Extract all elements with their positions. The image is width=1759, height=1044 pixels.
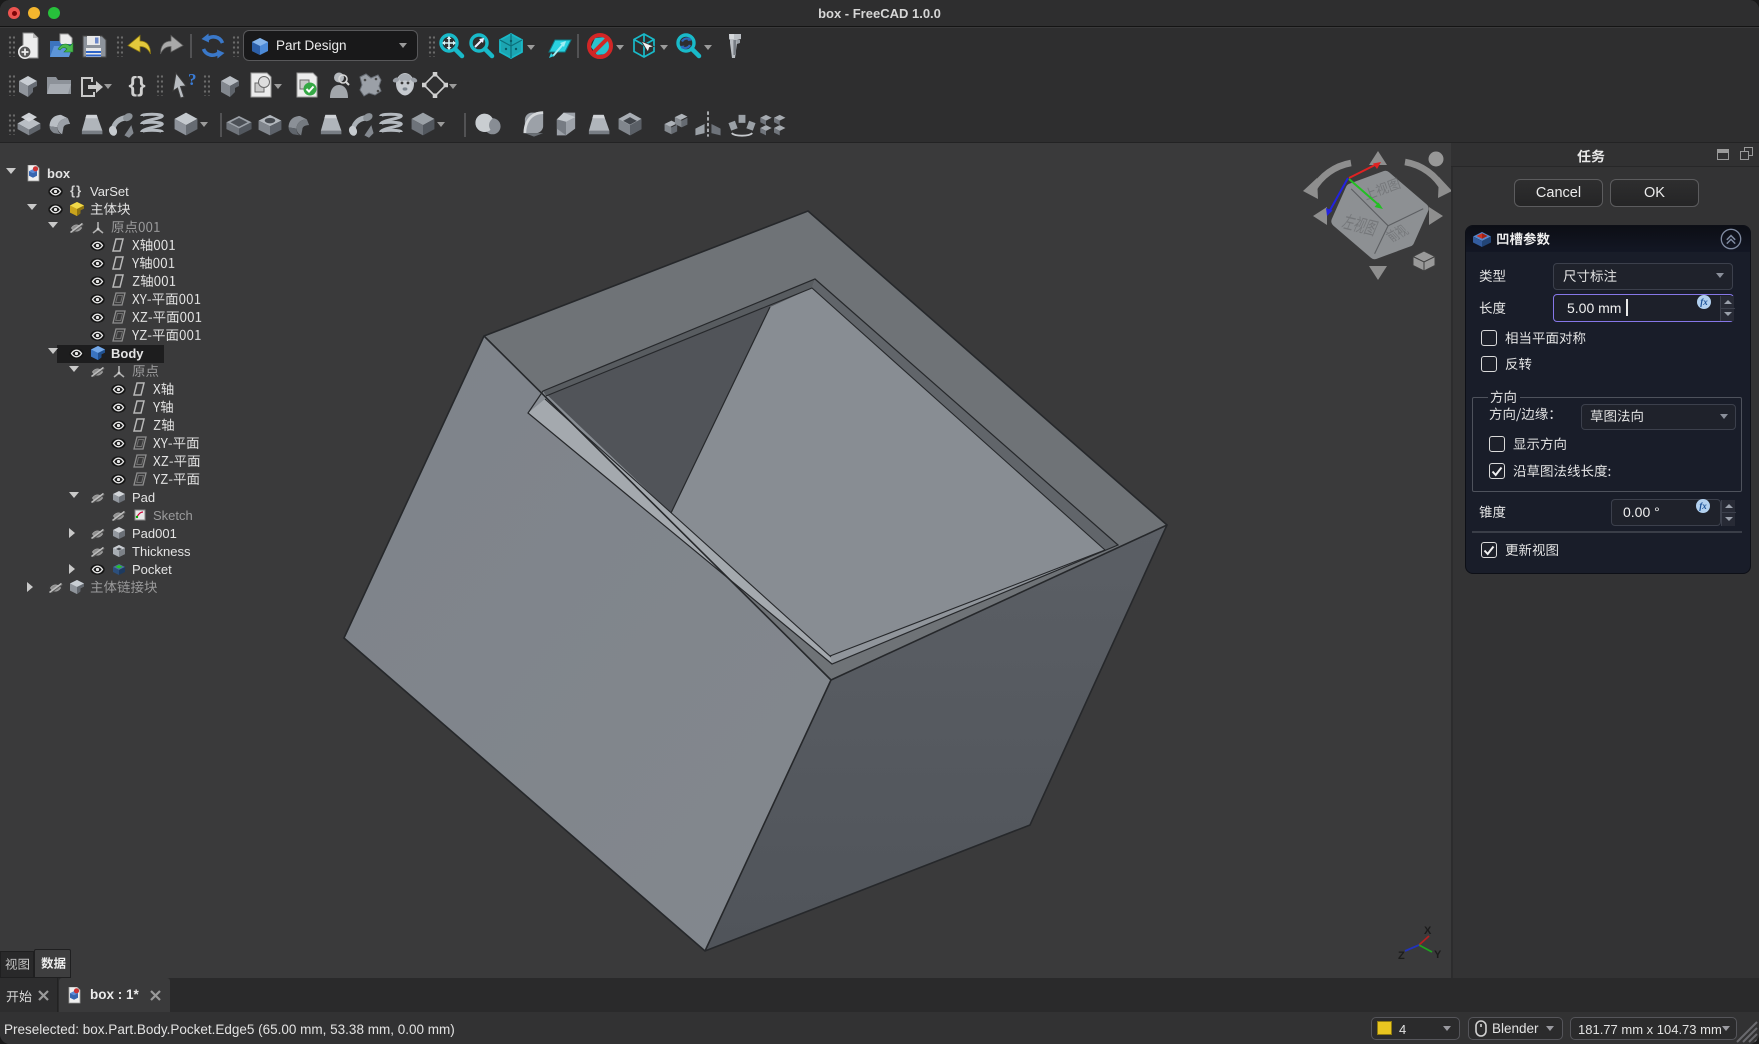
svg-text:fx: fx [1700,297,1708,307]
svg-text:{}: {} [128,72,146,97]
svg-text:X: X [1424,925,1432,937]
svg-text:Y: Y [1434,949,1442,961]
svg-text:fx: fx [1699,501,1707,511]
svg-text:?: ? [188,71,196,89]
svg-text:Z: Z [1398,950,1405,962]
